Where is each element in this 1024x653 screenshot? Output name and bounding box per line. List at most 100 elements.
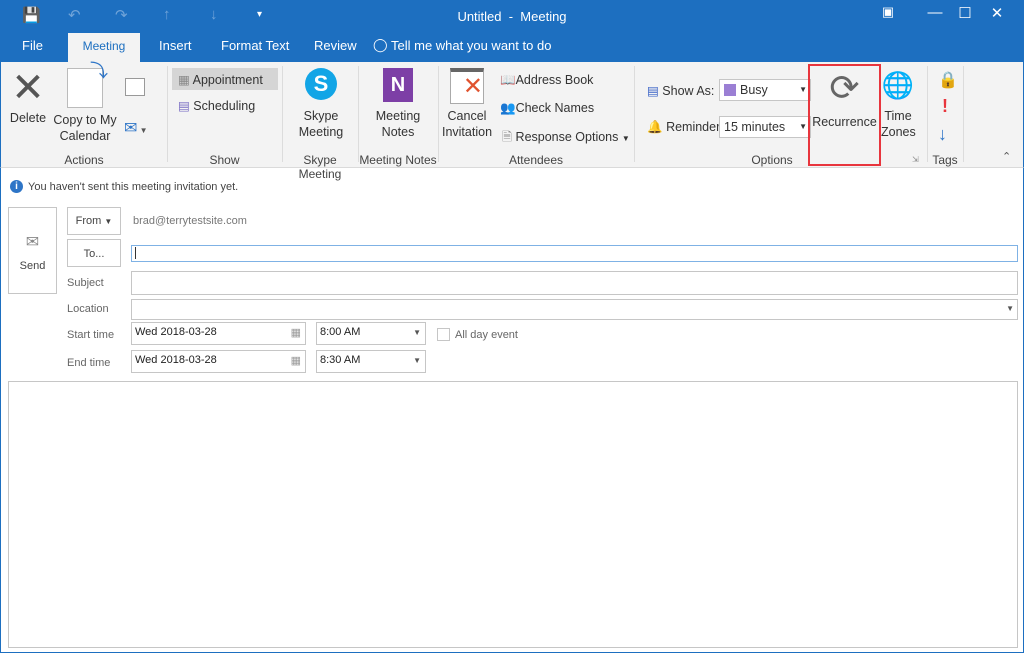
check-names-icon: 👥	[500, 101, 516, 115]
recurrence-label: Recurrence	[812, 115, 877, 129]
skype-icon: S	[305, 68, 337, 100]
high-importance-icon[interactable]: !	[942, 96, 948, 117]
window-title: Untitled - Meeting	[457, 9, 567, 24]
appointment-icon: ▦	[178, 73, 190, 87]
tab-format-text[interactable]: Format Text	[221, 38, 289, 53]
divider	[438, 66, 439, 162]
ribbon-display-options-icon[interactable]: ▣	[873, 4, 903, 20]
appointment-label: Appointment	[192, 73, 263, 87]
minimize-button[interactable]: —	[920, 4, 950, 21]
delete-label: Delete	[9, 111, 47, 125]
onenote-icon: N	[383, 68, 413, 102]
calendar-icon[interactable]: ▦	[291, 354, 301, 367]
recurrence-button[interactable]: ⟳ Recurrence	[808, 64, 881, 166]
address-book-icon: 📖	[500, 73, 516, 87]
group-label-show: Show	[209, 153, 240, 167]
all-day-label: All day event	[455, 329, 518, 341]
address-book-button[interactable]: 📖Address Book	[500, 73, 593, 88]
group-label-options: Options	[751, 153, 793, 167]
close-button[interactable]: ✕	[982, 4, 1012, 22]
address-book-label: Address Book	[515, 73, 594, 87]
subject-label: Subject	[67, 277, 104, 289]
tab-insert[interactable]: Insert	[159, 38, 192, 53]
start-time-dropdown[interactable]: 8:00 AM ▼	[316, 322, 426, 345]
time-zones-button[interactable]: 🌐 Time Zones	[881, 68, 916, 140]
end-date-picker[interactable]: Wed 2018-03-28 ▦	[131, 350, 306, 373]
skype-label: Skype Meeting	[298, 109, 344, 139]
all-day-checkbox[interactable]	[437, 328, 450, 341]
calendar-icon[interactable]: ▦	[291, 326, 301, 339]
scheduling-button[interactable]: ▤ Scheduling	[178, 98, 255, 113]
response-options-label: Response Options	[515, 130, 619, 144]
response-options-icon: 🗎	[502, 130, 513, 144]
ribbon: ✕ Delete ⤵ Copy to My Calendar ✉ ▼ Actio…	[0, 62, 1024, 181]
busy-color-swatch	[724, 84, 736, 96]
calendar-copy-icon: ⤵	[67, 62, 108, 108]
divider	[358, 66, 359, 162]
options-dialog-launcher-icon[interactable]: ⇲	[912, 155, 919, 164]
response-options-button[interactable]: 🗎 Response Options ▼	[502, 128, 630, 149]
to-input[interactable]	[131, 245, 1018, 262]
title-bar: 💾 ↶ ↷ ↑ ↓ ▾ Untitled - Meeting ▣ — ☐ ✕ F…	[0, 0, 1024, 62]
copy-to-calendar-button[interactable]: ⤵ Copy to My Calendar	[51, 62, 119, 144]
group-label-attendees: Attendees	[508, 153, 564, 167]
meeting-form: i You haven't sent this meeting invitati…	[0, 168, 1024, 653]
group-label-tags: Tags	[932, 153, 958, 167]
location-dropdown-icon[interactable]: ▼	[1006, 304, 1014, 313]
info-bar-text: You haven't sent this meeting invitation…	[28, 181, 239, 193]
start-date-picker[interactable]: Wed 2018-03-28 ▦	[131, 322, 306, 345]
appointment-button[interactable]: ▦ Appointment	[172, 68, 278, 90]
cancel-label: Cancel Invitation	[441, 109, 493, 139]
meeting-notes-button[interactable]: N Meeting Notes	[363, 68, 433, 140]
scheduling-label: Scheduling	[193, 99, 256, 113]
tab-review[interactable]: Review	[314, 38, 357, 53]
bell-icon: 🔔	[647, 120, 663, 134]
info-icon: i	[10, 180, 23, 193]
reminder-label: 🔔 Reminder:	[647, 120, 724, 134]
notes-label: Meeting Notes	[375, 109, 421, 139]
show-as-label: ▤ Show As:	[647, 84, 715, 98]
group-label-actions: Actions	[64, 153, 104, 167]
scheduling-icon: ▤	[178, 99, 190, 113]
lightbulb-icon: ◯	[373, 37, 388, 52]
delete-button[interactable]: ✕ Delete	[6, 66, 50, 126]
message-body[interactable]	[8, 381, 1018, 648]
divider	[167, 66, 168, 162]
start-time-label: Start time	[67, 329, 115, 341]
recurrence-icon: ⟳	[829, 67, 860, 108]
end-time-dropdown[interactable]: 8:30 AM ▼	[316, 350, 426, 373]
low-importance-icon[interactable]: ↓	[938, 124, 947, 145]
location-label: Location	[67, 303, 109, 315]
tab-file[interactable]: File	[22, 38, 43, 53]
send-envelope-icon: ✉	[25, 234, 40, 251]
divider	[634, 66, 635, 162]
from-button[interactable]: From ▼	[67, 207, 121, 235]
private-lock-icon[interactable]: 🔒	[938, 70, 958, 90]
from-value: brad@terrytestsite.com	[133, 215, 247, 227]
subject-input[interactable]	[131, 271, 1018, 295]
reminder-dropdown[interactable]: 15 minutes ▼	[719, 116, 811, 138]
end-time-label: End time	[67, 357, 111, 369]
cancel-invitation-button[interactable]: ✕ Cancel Invitation	[441, 68, 493, 140]
globe-icon: 🌐	[881, 70, 915, 100]
time-zones-label: Time Zones	[881, 109, 916, 139]
skype-meeting-button[interactable]: S Skype Meeting	[287, 68, 355, 140]
maximize-button[interactable]: ☐	[950, 4, 980, 22]
location-input[interactable]: ▼	[131, 299, 1018, 320]
collapse-ribbon-icon[interactable]: ⌃	[1002, 150, 1011, 163]
to-button[interactable]: To...	[67, 239, 121, 267]
cancel-calendar-icon: ✕	[450, 68, 484, 104]
tab-meeting[interactable]: Meeting	[68, 33, 140, 62]
send-button[interactable]: ✉ Send	[8, 207, 57, 294]
tell-me-search[interactable]: Tell me what you want to do	[391, 38, 551, 53]
calendar-search-icon[interactable]	[125, 78, 145, 96]
copy-label: Copy to My Calendar	[53, 113, 117, 143]
divider	[282, 66, 283, 162]
forward-envelope-icon[interactable]: ✉ ▼	[124, 118, 148, 138]
divider	[927, 66, 928, 162]
send-label: Send	[19, 260, 46, 272]
check-names-button[interactable]: 👥Check Names	[500, 101, 594, 116]
show-as-icon: ▤	[647, 84, 659, 98]
show-as-dropdown[interactable]: Busy ▼	[719, 79, 811, 101]
group-label-notes: Meeting Notes	[359, 153, 437, 167]
